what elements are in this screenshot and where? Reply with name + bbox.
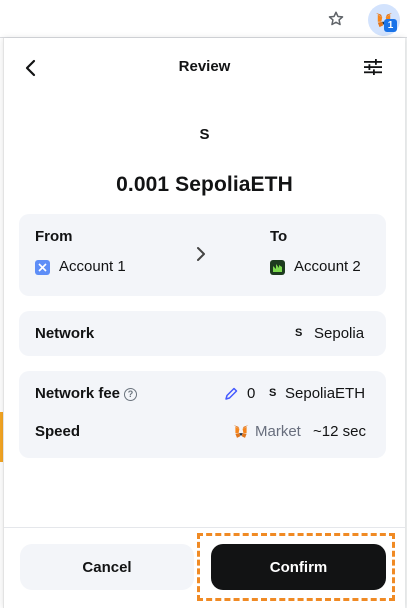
arrow-right-icon — [197, 247, 205, 261]
account-2-icon — [270, 260, 285, 275]
network-icon: S — [295, 327, 303, 339]
bookmark-star-icon[interactable] — [325, 8, 347, 30]
extension-badge: 1 — [384, 19, 397, 32]
network-card: Network S Sepolia — [19, 311, 386, 356]
cancel-button[interactable]: Cancel — [20, 544, 194, 590]
fee-currency: SepoliaETH — [285, 385, 366, 402]
review-header: Review — [4, 38, 405, 98]
confirm-button[interactable]: Confirm — [211, 544, 386, 590]
extension-popup: Review S 0.001 SepoliaETH From Account 1… — [3, 38, 405, 608]
network-fee-label-text: Network fee — [35, 385, 121, 402]
network-label: Network — [35, 325, 95, 342]
info-icon[interactable]: ? — [124, 388, 138, 401]
fee-amount: 0 — [247, 385, 256, 402]
fee-currency-icon: S — [269, 387, 277, 399]
to-label: To — [270, 228, 288, 245]
page-title: Review — [178, 58, 231, 75]
token-avatar: S — [199, 126, 210, 143]
fee-card: Network fee? 0 S SepoliaETH Speed Market… — [19, 371, 386, 458]
from-label: From — [35, 228, 73, 245]
from-account[interactable]: Account 1 — [59, 258, 126, 275]
network-fee-label: Network fee? — [35, 385, 138, 402]
advanced-settings-button[interactable] — [361, 55, 385, 79]
to-account[interactable]: Account 2 — [294, 258, 361, 275]
browser-toolbar: 1 — [0, 0, 407, 38]
transfer-amount: 0.001 SepoliaETH — [116, 173, 293, 196]
network-value: Sepolia — [314, 325, 365, 342]
footer-actions: Cancel Confirm — [4, 528, 405, 608]
speed-mode: Market — [255, 423, 301, 440]
speed-time: ~12 sec — [313, 423, 366, 440]
from-to-card: From Account 1 To Account 2 — [19, 214, 386, 296]
speed-label: Speed — [35, 423, 81, 440]
sliders-icon — [364, 59, 382, 75]
metamask-extension-button[interactable]: 1 — [368, 4, 400, 36]
edit-pencil-icon[interactable] — [224, 387, 238, 401]
fox-icon — [233, 425, 249, 438]
account-1-icon — [35, 260, 50, 275]
